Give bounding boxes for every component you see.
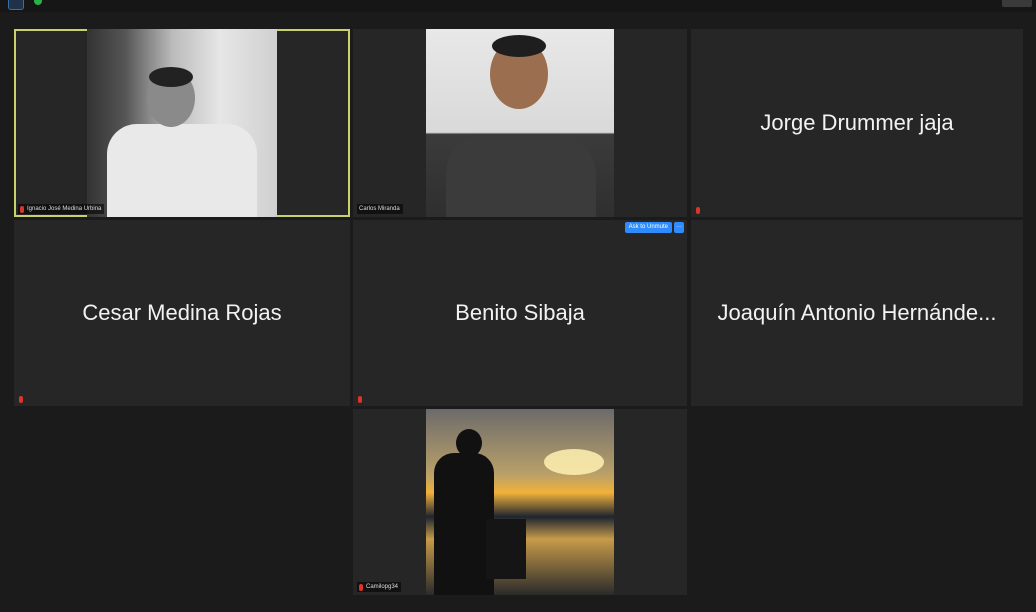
- mic-muted-icon: [20, 205, 24, 213]
- mic-muted-icon: [19, 396, 23, 403]
- participant-tile-video[interactable]: Carlos Miranda: [353, 29, 687, 217]
- participant-name: Carlos Miranda: [359, 206, 400, 212]
- participant-name: Cesar Medina Rojas: [82, 300, 282, 325]
- participant-name: Jorge Drummer jaja: [760, 110, 954, 135]
- top-bar: [0, 0, 1036, 12]
- mic-muted-icon: [358, 396, 362, 403]
- more-options-button[interactable]: ···: [674, 222, 684, 233]
- participant-video: [426, 409, 614, 595]
- participant-name-tag: Carlos Miranda: [357, 204, 403, 214]
- meeting-gallery-view: Ignacio José Medina Urbina Carlos Mirand…: [0, 0, 1036, 612]
- participant-name: Ignacio José Medina Urbina: [27, 206, 102, 212]
- participant-name: Joaquín Antonio Hernánde...: [717, 300, 997, 325]
- participant-tile-video[interactable]: Camilopg34: [353, 409, 687, 595]
- participant-tile[interactable]: Joaquín Antonio Hernánde...: [691, 220, 1023, 406]
- connection-status-icon: [34, 0, 42, 5]
- participant-name: Benito Sibaja: [455, 300, 585, 325]
- participant-name-tag: Ignacio José Medina Urbina: [18, 204, 105, 214]
- mic-muted-icon: [696, 207, 700, 214]
- participant-video: [426, 29, 614, 217]
- participant-tile[interactable]: Cesar Medina Rojas: [14, 220, 350, 406]
- participant-name: Camilopg34: [366, 584, 399, 590]
- view-icon[interactable]: [1002, 0, 1032, 7]
- tile-hover-actions: Ask to Unmute ···: [624, 222, 684, 233]
- security-icon[interactable]: [8, 0, 24, 10]
- participant-tile[interactable]: Ask to Unmute ··· Benito Sibaja: [353, 220, 687, 406]
- ask-to-unmute-button[interactable]: Ask to Unmute: [624, 222, 672, 233]
- mic-muted-icon: [359, 583, 363, 591]
- participant-tile[interactable]: Jorge Drummer jaja: [691, 29, 1023, 217]
- participant-name-tag: Camilopg34: [357, 582, 402, 592]
- participant-video: [87, 29, 277, 217]
- participant-tile-video[interactable]: Ignacio José Medina Urbina: [14, 29, 350, 217]
